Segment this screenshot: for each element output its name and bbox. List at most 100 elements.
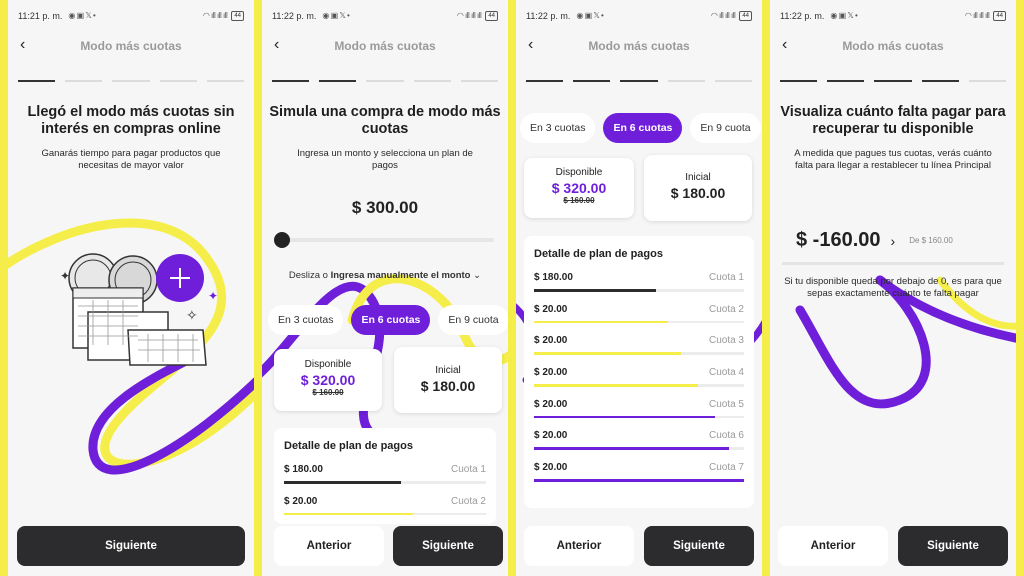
- status-time: 11:22 p. m.: [526, 10, 571, 21]
- balance-row[interactable]: $ -160.00 › De $ 160.00: [796, 229, 953, 252]
- available-value: $ 320.00: [551, 180, 607, 196]
- header: ‹ Modo más cuotas: [8, 36, 254, 56]
- progress-step: [620, 80, 658, 82]
- previous-button[interactable]: Anterior: [778, 526, 888, 566]
- payment-bar-fill: [534, 289, 656, 292]
- tab-3-cuotas[interactable]: En 3 cuotas: [520, 113, 596, 143]
- page-title: Llegó el modo más cuotas sin interés en …: [27, 104, 235, 137]
- slide-hint: Desliza o Ingresa manualmente el monto ⌄: [262, 270, 508, 281]
- initial-value: $ 180.00: [420, 378, 476, 394]
- tab-6-cuotas[interactable]: En 6 cuotas: [603, 113, 683, 143]
- payment-amount: $ 20.00: [534, 367, 568, 379]
- progress-steps: [18, 80, 245, 82]
- header-title: Modo más cuotas: [334, 39, 436, 53]
- status-bar: 11:22 p. m. ◉ ▣ 𝕏 • ◠ ıll ıll ıll 44: [516, 0, 762, 24]
- progress-step: [714, 80, 753, 82]
- signal-icons: ◠ ıll ıll ıll: [710, 11, 736, 20]
- amount-slider[interactable]: [274, 232, 494, 248]
- progress-step: [827, 80, 865, 82]
- slider-knob[interactable]: [274, 232, 290, 248]
- payment-row: $ 20.00 Cuota 6: [534, 430, 744, 462]
- payment-bar-fill: [534, 352, 681, 355]
- payment-row: $ 20.00 Cuota 2: [534, 304, 744, 336]
- next-button[interactable]: Siguiente: [17, 526, 245, 566]
- svg-text:✦: ✦: [60, 269, 70, 283]
- available-label: Disponible: [304, 359, 352, 370]
- balance-total: De $ 160.00: [909, 236, 953, 245]
- payment-amount: $ 20.00: [534, 303, 568, 315]
- screen-simulate: 11:22 p. m. ◉ ▣ 𝕏 • ◠ ıll ıll ıll 44 ‹ Mod…: [262, 0, 508, 576]
- progress-step: [65, 80, 103, 82]
- initial-label: Inicial: [435, 365, 461, 376]
- next-button[interactable]: Siguiente: [898, 526, 1008, 566]
- tab-3-cuotas[interactable]: En 3 cuotas: [268, 305, 344, 335]
- screen-plan-detail: 11:22 p. m. ◉ ▣ 𝕏 • ◠ ıll ıll ıll 44 ‹ Mod…: [516, 0, 762, 576]
- payment-bar: [534, 384, 744, 387]
- progress-step: [780, 80, 818, 82]
- next-button[interactable]: Siguiente: [644, 526, 754, 566]
- header-title: Modo más cuotas: [80, 39, 182, 53]
- available-previous: $ 160.00: [312, 388, 344, 397]
- payment-amount: $ 20.00: [534, 335, 568, 347]
- progress-step: [112, 80, 150, 82]
- header-title: Modo más cuotas: [588, 39, 690, 53]
- signal-icons: ◠ ıll ıll ıll: [202, 11, 228, 20]
- status-bar: 11:22 p. m. ◉ ▣ 𝕏 • ◠ ıll ıll ıll 44: [770, 0, 1016, 24]
- payment-bar: [534, 447, 744, 450]
- page-subtitle: Ingresa un monto y selecciona un plan de…: [297, 148, 473, 171]
- initial-card: Inicial $ 180.00: [394, 347, 502, 413]
- notification-icons: ◉ ▣ 𝕏 •: [576, 11, 604, 20]
- previous-button[interactable]: Anterior: [524, 526, 634, 566]
- next-button[interactable]: Siguiente: [393, 526, 503, 566]
- payment-row: $ 180.00 Cuota 1: [284, 464, 486, 496]
- progress-steps: [780, 80, 1007, 82]
- payment-bar: [534, 320, 744, 324]
- payment-amount: $ 20.00: [534, 398, 568, 410]
- installment-label: Cuota 2: [450, 495, 486, 507]
- installment-label: Cuota 6: [708, 430, 744, 442]
- payment-bar: [534, 352, 744, 355]
- payment-row: $ 20.00 Cuota 4: [534, 367, 744, 399]
- progress-step: [968, 80, 1007, 82]
- previous-button[interactable]: Anterior: [274, 526, 384, 566]
- notification-icons: ◉ ▣ 𝕏 •: [322, 11, 350, 20]
- status-time: 11:21 p. m.: [18, 10, 63, 21]
- progress-step: [921, 80, 959, 82]
- chevron-down-icon[interactable]: ⌄: [473, 270, 481, 281]
- installment-label: Cuota 4: [708, 367, 744, 379]
- screen-balance: 11:22 p. m. ◉ ▣ 𝕏 • ◠ ıll ıll ıll 44 ‹ Mod…: [770, 0, 1016, 576]
- header: ‹ Modo más cuotas: [770, 36, 1016, 56]
- available-label: Disponible: [555, 167, 603, 178]
- battery-icon: 44: [993, 10, 1006, 21]
- installment-label: Cuota 3: [708, 335, 744, 347]
- progress-step: [460, 80, 499, 82]
- payment-bar: [534, 479, 744, 482]
- initial-card: Inicial $ 180.00: [644, 155, 752, 221]
- payment-row: $ 20.00 Cuota 2: [284, 496, 486, 524]
- manual-amount-link[interactable]: Ingresa manualmente el monto: [331, 270, 471, 281]
- installment-label: Cuota 7: [708, 462, 744, 474]
- tab-6-cuotas[interactable]: En 6 cuotas: [351, 305, 431, 335]
- slide-hint-prefix: Desliza o: [288, 270, 331, 281]
- progress-step: [272, 80, 310, 82]
- progress-step: [573, 80, 611, 82]
- payment-bar: [534, 415, 744, 419]
- header: ‹ Modo más cuotas: [262, 36, 508, 56]
- payment-bar-fill: [534, 479, 744, 482]
- status-time: 11:22 p. m.: [780, 10, 825, 21]
- tab-9-cuotas[interactable]: En 9 cuota: [690, 113, 761, 143]
- tab-9-cuotas[interactable]: En 9 cuota: [438, 305, 508, 335]
- progress-step: [874, 80, 912, 82]
- progress-step: [667, 80, 705, 82]
- svg-text:✦: ✦: [208, 289, 218, 303]
- payment-bar-fill: [284, 481, 402, 484]
- status-bar: 11:22 p. m. ◉ ▣ 𝕏 • ◠ ıll ıll ıll 44: [262, 0, 508, 24]
- detail-title: Detalle de plan de pagos: [284, 440, 413, 452]
- header: ‹ Modo más cuotas: [516, 36, 762, 56]
- amount-value: $ 300.00: [351, 198, 419, 217]
- status-bar: 11:21 p. m. ◉ ▣ 𝕏 • ◠ ıll ıll ıll 44: [8, 0, 254, 24]
- balance-note: Si tu disponible queda por debajo de 0, …: [784, 276, 1002, 299]
- progress-step: [319, 80, 357, 82]
- notification-icons: ◉ ▣ 𝕏 •: [830, 11, 858, 20]
- chevron-right-icon[interactable]: ›: [891, 233, 896, 249]
